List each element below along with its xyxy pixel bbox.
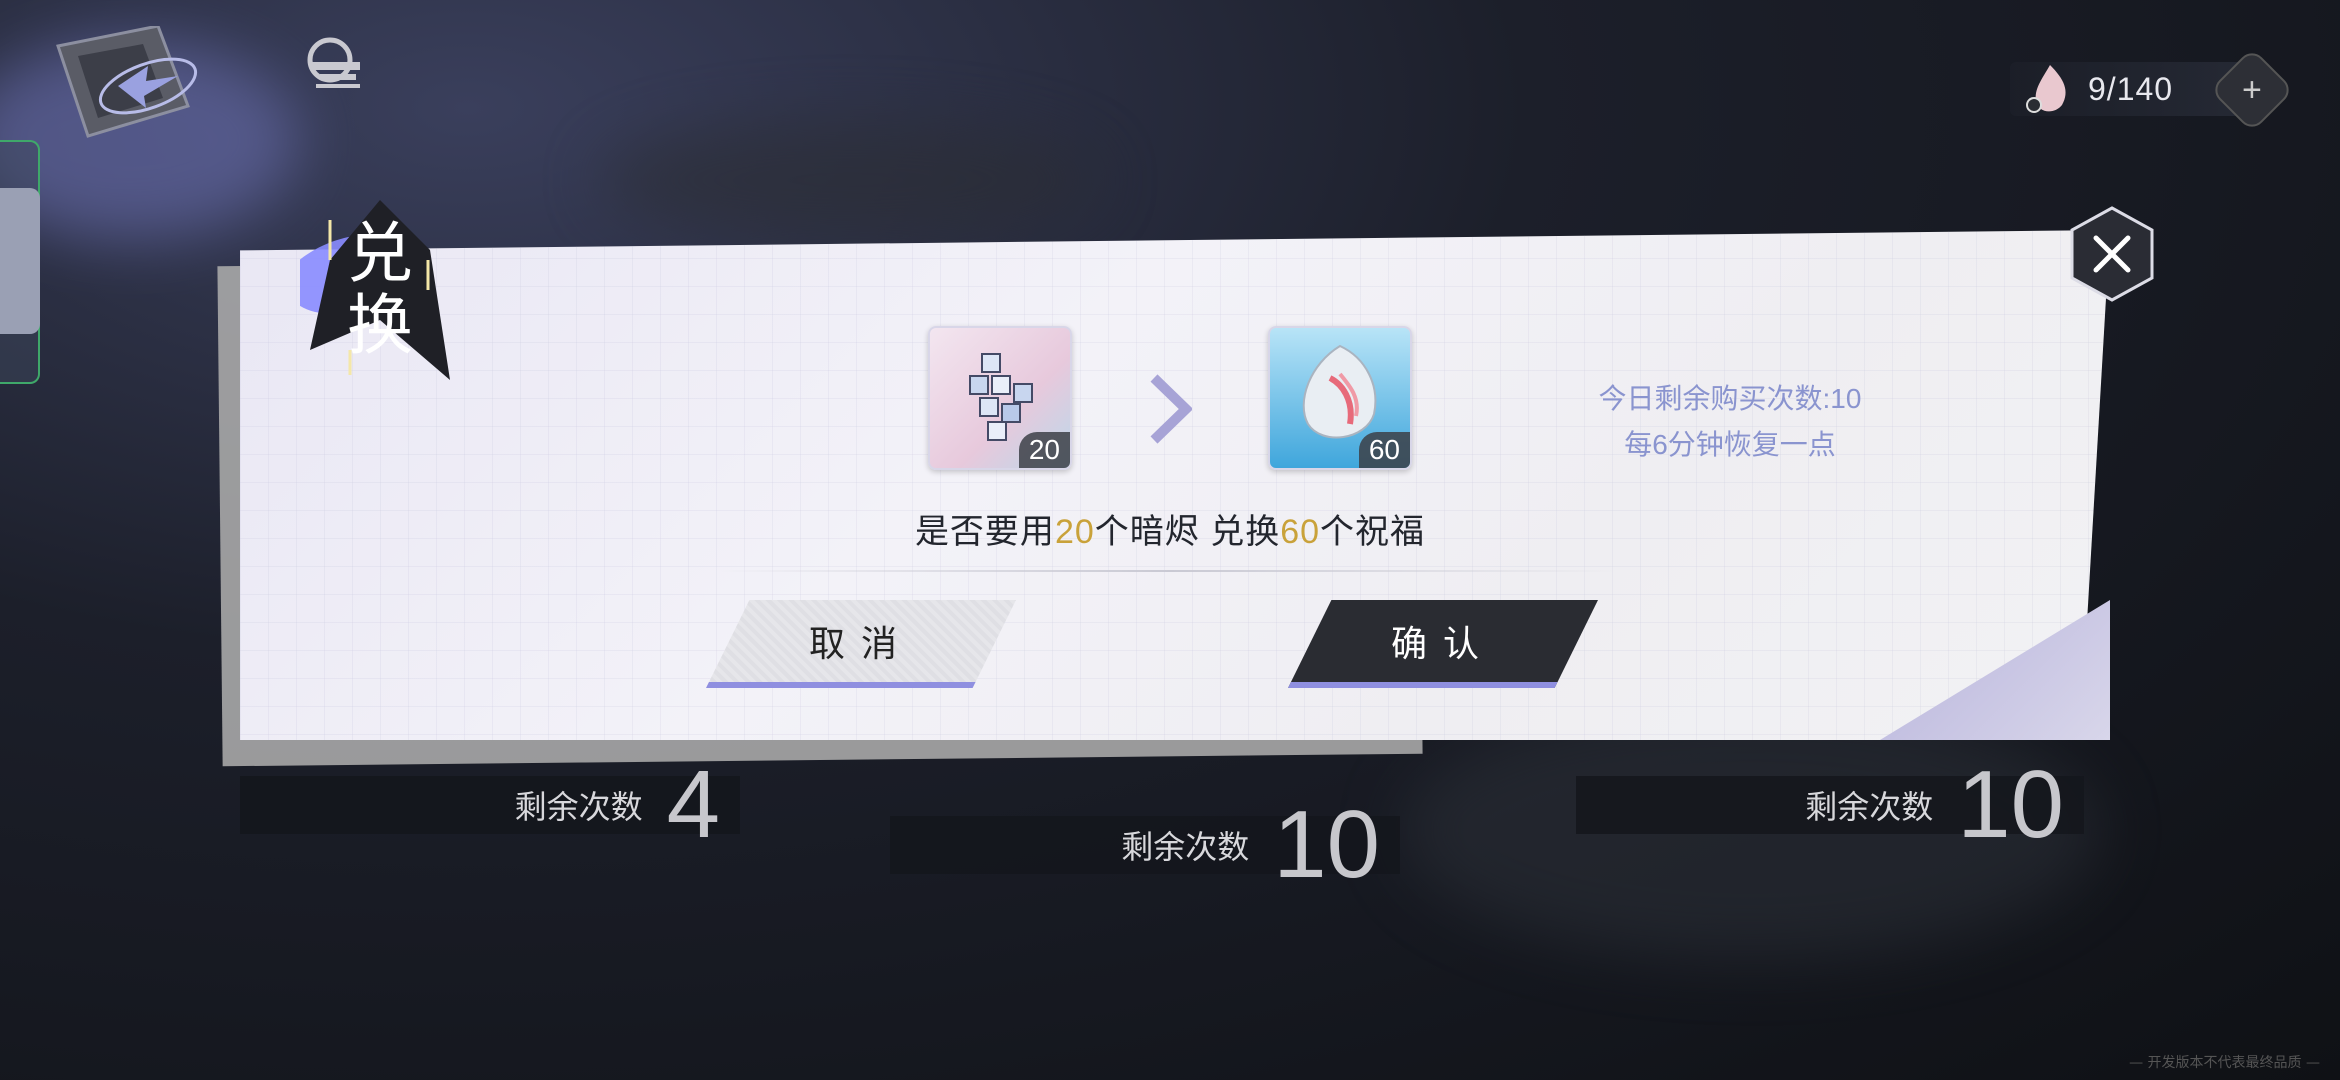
question-middle: 个暗烬 兑换 [1094,513,1281,551]
remaining-count: 10 [1273,791,1380,898]
cost-item[interactable]: 20 [928,326,1072,470]
back-icon [56,26,198,138]
question-reward-amount: 60 [1280,513,1321,551]
plus-icon: + [2242,70,2262,109]
exchange-question: 是否要用20个暗烬 兑换60个祝福 [800,504,1540,553]
cancel-button[interactable]: 取消 [706,600,1016,688]
reward-item[interactable]: 60 [1268,326,1412,470]
question-suffix: 个祝福 [1320,513,1426,551]
recovery-rate-text: 每6分钟恢复一点 [1624,429,1836,460]
question-cost-amount: 20 [1054,513,1095,551]
remaining-label: 剩余次数 [514,789,643,825]
divider [720,570,1620,572]
purchase-info: 今日剩余购买次数:10 每6分钟恢复一点 [1560,376,1900,468]
reward-item-count: 60 [1358,432,1410,468]
side-tab-panel [0,188,40,334]
close-button[interactable] [2070,206,2154,302]
add-stamina-button[interactable]: + [2209,47,2295,133]
back-button[interactable] [48,26,208,146]
remaining-count-card: 剩余次数 10 [1576,751,2084,858]
chevron-right-icon [1150,374,1192,444]
confirm-button-label: 确认 [1390,623,1495,664]
logo-icon [307,37,360,88]
remaining-count: 10 [1957,751,2064,858]
dialog-title: 兑换 [347,215,413,364]
watermark: — 开发版本不代表最终品质 — [2129,1055,2320,1071]
cost-item-count: 20 [1018,432,1070,468]
stamina-counter: 9/140 + [2010,47,2295,133]
stamina-value: 9/140 [2088,70,2174,107]
stamina-drop-icon [2026,65,2066,113]
remaining-label: 剩余次数 [1805,789,1934,825]
confirm-button[interactable]: 确认 [1288,600,1598,688]
top-bar: 9/140 + [0,0,2340,140]
remaining-count: 4 [666,751,720,858]
cancel-button-label: 取消 [808,623,913,664]
remaining-purchases-text: 今日剩余购买次数:10 [1598,383,1862,414]
remaining-label: 剩余次数 [1121,829,1250,865]
remaining-count-card: 剩余次数 10 [890,791,1400,898]
question-prefix: 是否要用 [914,513,1055,551]
dialog-grid [240,230,2110,740]
remaining-count-card: 剩余次数 4 [240,751,740,858]
